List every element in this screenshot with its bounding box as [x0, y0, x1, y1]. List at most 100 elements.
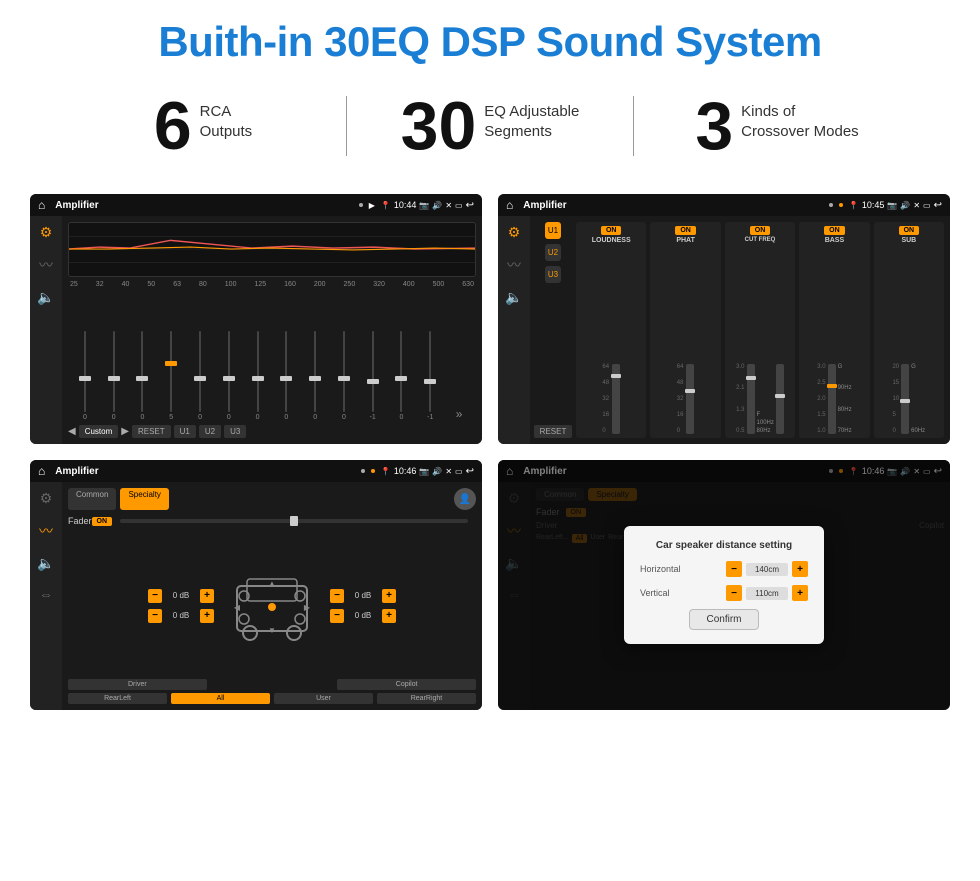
eq-sidebar-wave-icon[interactable]: 〰	[39, 255, 53, 275]
phat-track[interactable]	[686, 364, 694, 434]
preset-copilot-btn[interactable]: Copilot	[337, 679, 476, 690]
crossover-app-name: Amplifier	[523, 200, 823, 211]
close-icon-2: ✕	[913, 201, 920, 210]
eq-more-arrows[interactable]: »	[456, 407, 463, 421]
cutfreq-track1[interactable]	[747, 364, 755, 434]
eq-app-name: Amplifier	[55, 200, 353, 211]
vertical-plus-btn[interactable]: +	[792, 585, 808, 601]
fader-plus-btn-1[interactable]: +	[200, 589, 214, 603]
fader-db-row-3: − 0 dB +	[330, 589, 396, 603]
sub-handle[interactable]	[900, 399, 910, 403]
bass-on-badge[interactable]: ON	[824, 226, 845, 235]
cutfreq-labels: 3.0 2.1 1.3 0.5	[736, 364, 744, 434]
crossover-status-bar: ⌂ Amplifier 📍 10:45 📷 🔊 ✕ ▭ ↩	[498, 194, 950, 216]
profile-icon[interactable]: 👤	[454, 488, 476, 510]
phat-on-badge[interactable]: ON	[675, 226, 696, 235]
loudness-handle[interactable]	[611, 374, 621, 378]
camera-icon-3: 📷	[419, 467, 429, 476]
eq-slider-9: 0	[331, 331, 357, 421]
phat-handle[interactable]	[685, 389, 695, 393]
preset-driver-btn[interactable]: Driver	[68, 679, 207, 690]
cutfreq-handle1[interactable]	[746, 376, 756, 380]
u3-button[interactable]: U3	[545, 266, 561, 283]
fader-slider[interactable]	[120, 519, 468, 523]
channel-sub: ON SUB 20 15 10 5 0	[874, 222, 944, 438]
crossover-reset-btn[interactable]: RESET	[534, 425, 573, 438]
preset-user-btn[interactable]: User	[274, 693, 373, 704]
back-icon-2[interactable]: ↩	[934, 200, 942, 211]
back-icon-3[interactable]: ↩	[466, 466, 474, 477]
fader-sidebar-wave-icon[interactable]: 〰	[39, 521, 53, 541]
crossover-home-icon[interactable]: ⌂	[506, 198, 513, 212]
crossover-u-section: U1 U2 U3 RESET	[536, 222, 570, 438]
eq-prev-btn[interactable]: ◀	[68, 426, 76, 437]
sub-slider-area: 20 15 10 5 0 G 60Hz	[877, 246, 941, 434]
sub-on-badge[interactable]: ON	[899, 226, 920, 235]
fader-minus-btn-4[interactable]: −	[330, 609, 344, 623]
fader-minus-btn-3[interactable]: −	[330, 589, 344, 603]
cutfreq-track2[interactable]	[776, 364, 784, 434]
fader-db-row-4: − 0 dB +	[330, 609, 396, 623]
eq-play-icon: ▶	[369, 201, 375, 210]
eq-u2-btn[interactable]: U2	[199, 425, 221, 438]
eq-next-btn[interactable]: ▶	[121, 426, 129, 437]
window-icon-3: ▭	[455, 467, 463, 476]
fader-sidebar-arrows-icon[interactable]: ⇔	[39, 586, 53, 602]
fader-slider-handle[interactable]	[290, 516, 298, 526]
loudness-track[interactable]	[612, 364, 620, 434]
cutfreq-handle2[interactable]	[775, 394, 785, 398]
horizontal-minus-btn[interactable]: −	[726, 561, 742, 577]
eq-sidebar-speaker-icon[interactable]: 🔈	[37, 289, 54, 306]
home-icon[interactable]: ⌂	[38, 198, 45, 212]
eq-reset-btn[interactable]: RESET	[132, 425, 171, 438]
fader-minus-btn-2[interactable]: −	[148, 609, 162, 623]
u1-button[interactable]: U1	[545, 222, 561, 239]
fader-home-icon[interactable]: ⌂	[38, 464, 45, 478]
bass-handle[interactable]	[827, 384, 837, 388]
crossover-status-icons: 📍 10:45 📷 🔊 ✕ ▭ ↩	[849, 200, 942, 211]
fader-plus-btn-2[interactable]: +	[200, 609, 214, 623]
eq-u1-btn[interactable]: U1	[174, 425, 196, 438]
fader-on-badge[interactable]: ON	[92, 517, 113, 526]
phat-ch-labels: 64 48 32 16 0	[677, 364, 684, 434]
sub-track[interactable]	[901, 364, 909, 434]
fader-plus-btn-4[interactable]: +	[382, 609, 396, 623]
preset-rearleft-btn[interactable]: RearLeft	[68, 693, 167, 704]
fader-sidebar-speaker-icon[interactable]: 🔈	[37, 555, 54, 572]
crossover-dot2	[839, 203, 843, 207]
crossover-sidebar-eq-icon[interactable]: ⚙	[508, 224, 521, 241]
eq-sidebar-eq-icon[interactable]: ⚙	[40, 224, 53, 241]
tab-specialty[interactable]: Specialty	[120, 488, 168, 510]
eq-u3-btn[interactable]: U3	[224, 425, 246, 438]
svg-text:▶: ▶	[304, 603, 311, 612]
channel-cutfreq: ON CUT FREQ 3.0 2.1 1.3 0.5	[725, 222, 795, 438]
eq-slider-0: 0	[72, 331, 98, 421]
fader-plus-btn-3[interactable]: +	[382, 589, 396, 603]
confirm-button[interactable]: Confirm	[689, 609, 758, 630]
vertical-label: Vertical	[640, 588, 670, 598]
preset-all-btn[interactable]: All	[171, 693, 270, 704]
stat-crossover: 3 Kinds ofCrossover Modes	[634, 92, 920, 160]
vertical-minus-btn[interactable]: −	[726, 585, 742, 601]
camera-icon-2: 📷	[887, 201, 897, 210]
close-icon: ✕	[445, 201, 452, 210]
window-icon: ▭	[455, 201, 463, 210]
crossover-sidebar-speaker-icon[interactable]: 🔈	[505, 289, 522, 306]
fader-minus-btn-1[interactable]: −	[148, 589, 162, 603]
channel-phat: ON PHAT 64 48 32 16 0	[650, 222, 720, 438]
crossover-main-area: U1 U2 U3 RESET ON LOUDNESS 64	[530, 216, 950, 444]
fader-status-bar: ⌂ Amplifier 📍 10:46 📷 🔊 ✕ ▭ ↩	[30, 460, 482, 482]
location-icon-2: 📍	[849, 201, 859, 210]
u2-button[interactable]: U2	[545, 244, 561, 261]
loudness-on-badge[interactable]: ON	[601, 226, 622, 235]
eq-custom-btn[interactable]: Custom	[79, 425, 119, 438]
back-icon[interactable]: ↩	[466, 200, 474, 211]
tab-common[interactable]: Common	[68, 488, 116, 510]
horizontal-plus-btn[interactable]: +	[792, 561, 808, 577]
bass-track[interactable]	[828, 364, 836, 434]
preset-rearright-btn[interactable]: RearRight	[377, 693, 476, 704]
fader-sidebar-eq-icon[interactable]: ⚙	[40, 490, 53, 507]
cutfreq-on-badge[interactable]: ON	[750, 226, 771, 235]
eq-screen-content: ⚙ 〰 🔈	[30, 216, 482, 444]
crossover-sidebar-wave-icon[interactable]: 〰	[507, 255, 521, 275]
